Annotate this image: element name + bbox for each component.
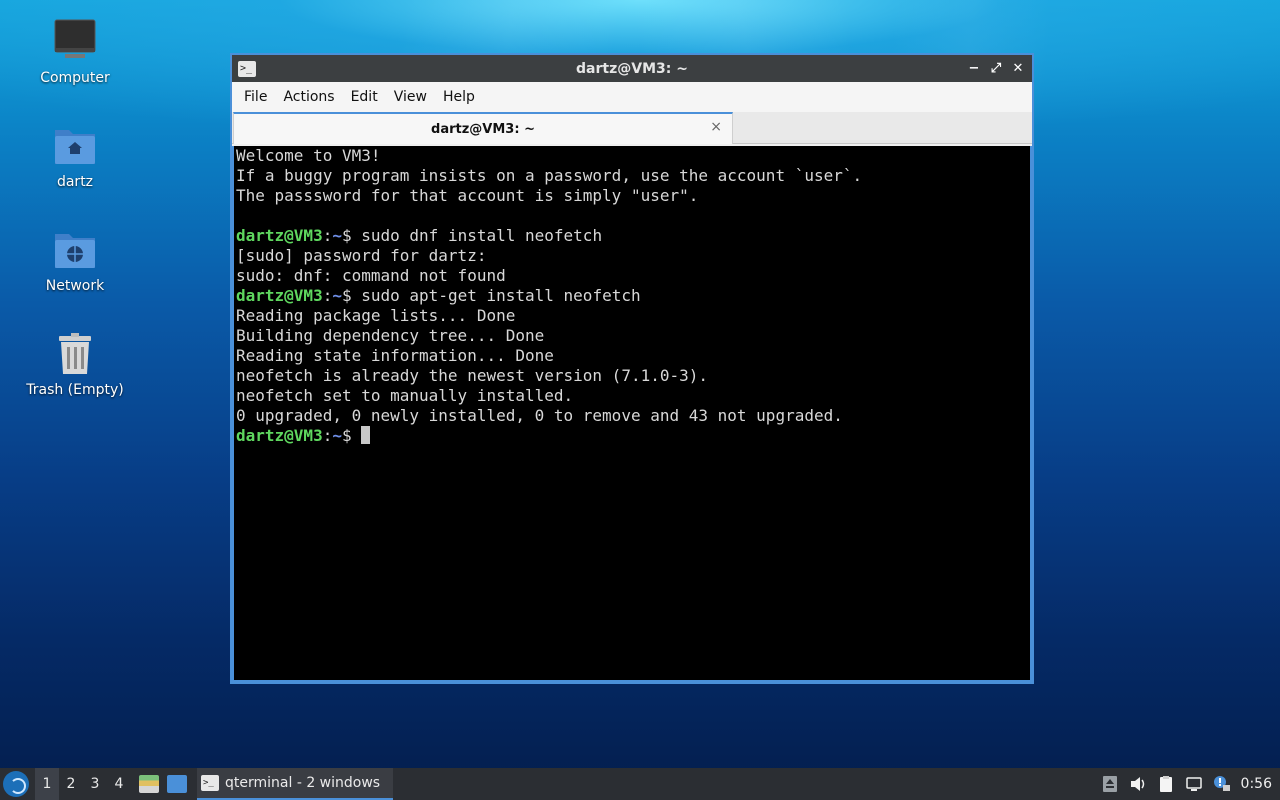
clipboard-icon[interactable] — [1157, 775, 1175, 793]
prompt-separator: : — [322, 426, 333, 445]
clock[interactable]: 0:56 — [1241, 776, 1272, 792]
network-folder-icon — [51, 226, 99, 274]
prompt-command: sudo dnf install neofetch — [361, 226, 603, 245]
terminal-output-line: [sudo] password for dartz: — [236, 246, 487, 265]
volume-icon[interactable] — [1129, 775, 1147, 793]
terminal-output-line: Welcome to VM3! — [236, 146, 381, 165]
tab-close-icon[interactable]: × — [710, 119, 722, 135]
terminal-output-line: Reading state information... Done — [236, 346, 554, 365]
terminal-output-line: Reading package lists... Done — [236, 306, 516, 325]
menu-bar: File Actions Edit View Help — [232, 82, 1032, 112]
menu-view[interactable]: View — [386, 82, 435, 112]
terminal-lines: Welcome to VM3! If a buggy program insist… — [236, 146, 1028, 446]
workspace-3[interactable]: 3 — [83, 768, 107, 800]
prompt-separator: : — [322, 286, 333, 305]
menu-edit[interactable]: Edit — [343, 82, 386, 112]
file-manager-icon[interactable] — [139, 775, 159, 793]
terminal-output-line: The passsword for that account is simply… — [236, 186, 699, 205]
desktop-icon-label: Computer — [40, 70, 110, 86]
terminal-app-icon: >_ — [238, 60, 256, 77]
prompt-separator: : — [322, 226, 333, 245]
desktop-icon-home[interactable]: dartz — [15, 122, 135, 190]
tab-label: dartz@VM3: ~ — [431, 121, 535, 137]
terminal-output-line: If a buggy program insists on a password… — [236, 166, 863, 185]
prompt-user: dartz@VM3 — [236, 426, 323, 445]
prompt-symbol: $ — [341, 426, 362, 445]
workspace-4[interactable]: 4 — [107, 768, 131, 800]
prompt-symbol: $ — [341, 286, 362, 305]
terminal-prompt-line: dartz@VM3:~$ — [236, 426, 1028, 446]
system-tray: 0:56 — [1101, 775, 1272, 793]
desktop-icon-network[interactable]: Network — [15, 226, 135, 294]
terminal-window: >_ dartz@VM3: ~ − ⤢ ✕ File Actions Edit … — [230, 53, 1034, 684]
menu-actions[interactable]: Actions — [275, 82, 342, 112]
prompt-path: ~ — [332, 286, 342, 305]
desktop-icon-label: Trash (Empty) — [26, 382, 124, 398]
computer-icon — [51, 18, 99, 66]
terminal-prompt-line: dartz@VM3:~$ sudo apt-get install neofet… — [236, 286, 1028, 306]
menu-help[interactable]: Help — [435, 82, 483, 112]
maximize-button[interactable]: ⤢ — [988, 61, 1004, 77]
prompt-user: dartz@VM3 — [236, 286, 323, 305]
show-desktop-icon[interactable] — [167, 775, 187, 793]
terminal-output-line: 0 upgraded, 0 newly installed, 0 to remo… — [236, 406, 843, 425]
close-button[interactable]: ✕ — [1010, 61, 1026, 77]
menu-file[interactable]: File — [236, 82, 275, 112]
taskbar: 1 2 3 4 >_ qterminal - 2 windows 0:56 — [0, 768, 1280, 800]
terminal-output-line: Building dependency tree... Done — [236, 326, 545, 345]
task-qterminal[interactable]: >_ qterminal - 2 windows — [197, 768, 393, 800]
terminal-prompt-line: dartz@VM3:~$ sudo dnf install neofetch — [236, 226, 1028, 246]
workspace-1[interactable]: 1 — [35, 768, 59, 800]
tab-terminal[interactable]: dartz@VM3: ~ × — [233, 112, 733, 144]
terminal-output-line: neofetch is already the newest version (… — [236, 366, 709, 385]
prompt-symbol: $ — [341, 226, 362, 245]
home-folder-icon — [51, 122, 99, 170]
minimize-button[interactable]: − — [966, 61, 982, 77]
prompt-path: ~ — [332, 426, 342, 445]
window-titlebar[interactable]: >_ dartz@VM3: ~ − ⤢ ✕ — [232, 55, 1032, 82]
terminal-output[interactable]: Welcome to VM3! If a buggy program insist… — [232, 146, 1032, 682]
prompt-command: sudo apt-get install neofetch — [361, 286, 641, 305]
terminal-output-line: sudo: dnf: command not found — [236, 266, 506, 285]
desktop-icon-label: dartz — [56, 174, 94, 190]
window-controls: − ⤢ ✕ — [966, 61, 1026, 77]
terminal-cursor — [361, 426, 371, 444]
desktop-icon-label: Network — [45, 278, 105, 294]
desktop-icon-computer[interactable]: Computer — [15, 18, 135, 86]
terminal-output-line: neofetch set to manually installed. — [236, 386, 574, 405]
prompt-path: ~ — [332, 226, 342, 245]
tab-bar: dartz@VM3: ~ × — [232, 112, 1032, 144]
window-title: dartz@VM3: ~ — [576, 60, 688, 77]
desktop-icon-trash[interactable]: Trash (Empty) — [15, 330, 135, 398]
task-label: qterminal - 2 windows — [225, 775, 381, 791]
workspace-2[interactable]: 2 — [59, 768, 83, 800]
prompt-user: dartz@VM3 — [236, 226, 323, 245]
application-menu-icon[interactable] — [3, 771, 29, 797]
trash-icon — [51, 330, 99, 378]
updates-icon[interactable] — [1101, 775, 1119, 793]
network-tray-icon[interactable] — [1185, 775, 1203, 793]
terminal-task-icon: >_ — [201, 775, 219, 791]
notification-icon[interactable] — [1213, 775, 1231, 793]
